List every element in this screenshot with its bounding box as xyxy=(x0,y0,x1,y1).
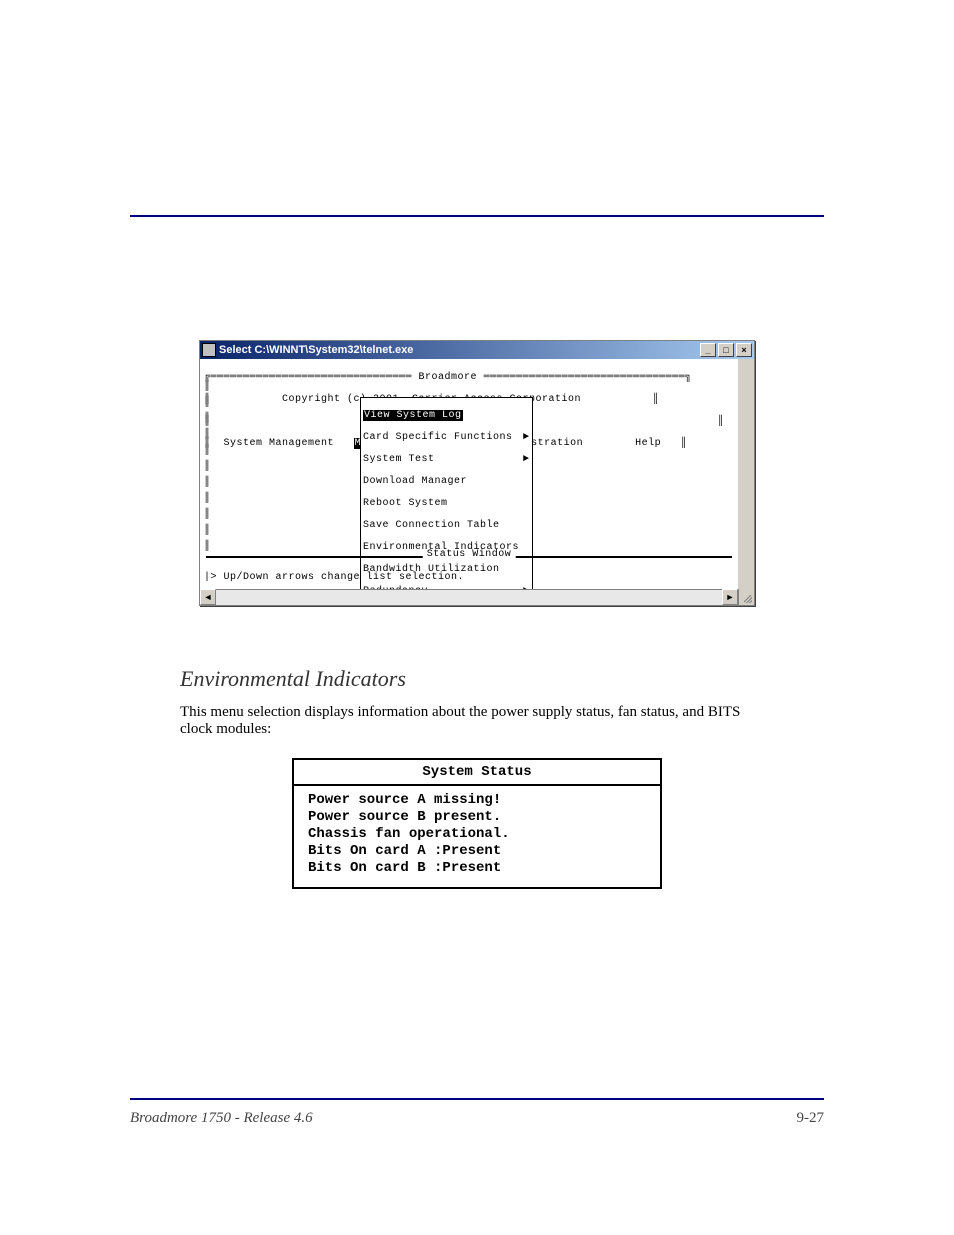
status-line-2: Chassis fan operational. xyxy=(308,826,510,842)
scroll-up-arrow[interactable]: ▲ xyxy=(738,359,754,375)
status-line-3: Bits On card A :Present xyxy=(308,843,501,859)
footer-right: 9-27 xyxy=(797,1110,825,1127)
status-line-1: Power source B present. xyxy=(308,809,501,825)
menu-item-view-system-log[interactable]: View System Log xyxy=(363,410,530,421)
status-box-title: System Status xyxy=(294,760,660,786)
menu-item-card-specific[interactable]: Card Specific Functions► xyxy=(363,432,530,443)
app-name: Broadmore xyxy=(419,372,478,383)
status-line-4: Bits On card B :Present xyxy=(308,860,501,876)
maximize-button[interactable]: □ xyxy=(718,343,734,357)
maintenance-dropdown: View System Log Card Specific Functions►… xyxy=(360,397,533,589)
menu-item-save-connection[interactable]: Save Connection Table xyxy=(363,520,530,531)
minimize-button[interactable]: _ xyxy=(700,343,716,357)
left-border-bars: ║║║║║║║║║║║ xyxy=(204,379,211,559)
app-icon xyxy=(202,343,216,357)
subsection-body: This menu selection displays information… xyxy=(180,704,774,738)
menu-help[interactable]: Help xyxy=(635,438,661,449)
resize-grip[interactable] xyxy=(738,589,754,605)
system-status-box: System Status Power source A missing! Po… xyxy=(292,758,662,889)
header-rule xyxy=(130,215,824,217)
horizontal-scrollbar[interactable]: ◄ ► xyxy=(200,589,754,605)
menu-item-system-test[interactable]: System Test► xyxy=(363,454,530,465)
telnet-window: Select C:\WINNT\System32\telnet.exe _ □ … xyxy=(199,340,755,606)
titlebar: Select C:\WINNT\System32\telnet.exe _ □ … xyxy=(200,341,754,359)
menu-system-management[interactable]: System Management xyxy=(224,438,335,449)
page-content: Select C:\WINNT\System32\telnet.exe _ □ … xyxy=(180,280,774,889)
telnet-screenshot: Select C:\WINNT\System32\telnet.exe _ □ … xyxy=(199,340,755,606)
subsection-heading: Environmental Indicators xyxy=(180,666,774,692)
console-area: ▲ ▼ ╔═══════════════════════════════ Bro… xyxy=(200,359,754,589)
scroll-left-arrow[interactable]: ◄ xyxy=(200,589,216,605)
status-box-body: Power source A missing! Power source B p… xyxy=(294,786,660,887)
hscroll-track[interactable] xyxy=(216,589,722,605)
scroll-track[interactable] xyxy=(738,375,754,573)
subsection-env-indicators: Environmental Indicators This menu selec… xyxy=(180,666,774,889)
footer-rule xyxy=(130,1098,824,1100)
scroll-down-arrow[interactable]: ▼ xyxy=(738,573,754,589)
status-hint: |> Up/Down arrows change list selection. xyxy=(204,572,464,583)
status-window-label: Status Window xyxy=(423,549,516,560)
scroll-right-arrow[interactable]: ► xyxy=(722,589,738,605)
menu-item-reboot-system[interactable]: Reboot System xyxy=(363,498,530,509)
close-button[interactable]: × xyxy=(736,343,752,357)
menu-item-download-manager[interactable]: Download Manager xyxy=(363,476,530,487)
vertical-scrollbar[interactable]: ▲ ▼ xyxy=(738,359,754,589)
window-title: Select C:\WINNT\System32\telnet.exe xyxy=(219,344,698,356)
footer-left: Broadmore 1750 - Release 4.6 xyxy=(130,1110,313,1127)
header-area xyxy=(130,215,824,227)
status-line-0: Power source A missing! xyxy=(308,792,501,808)
